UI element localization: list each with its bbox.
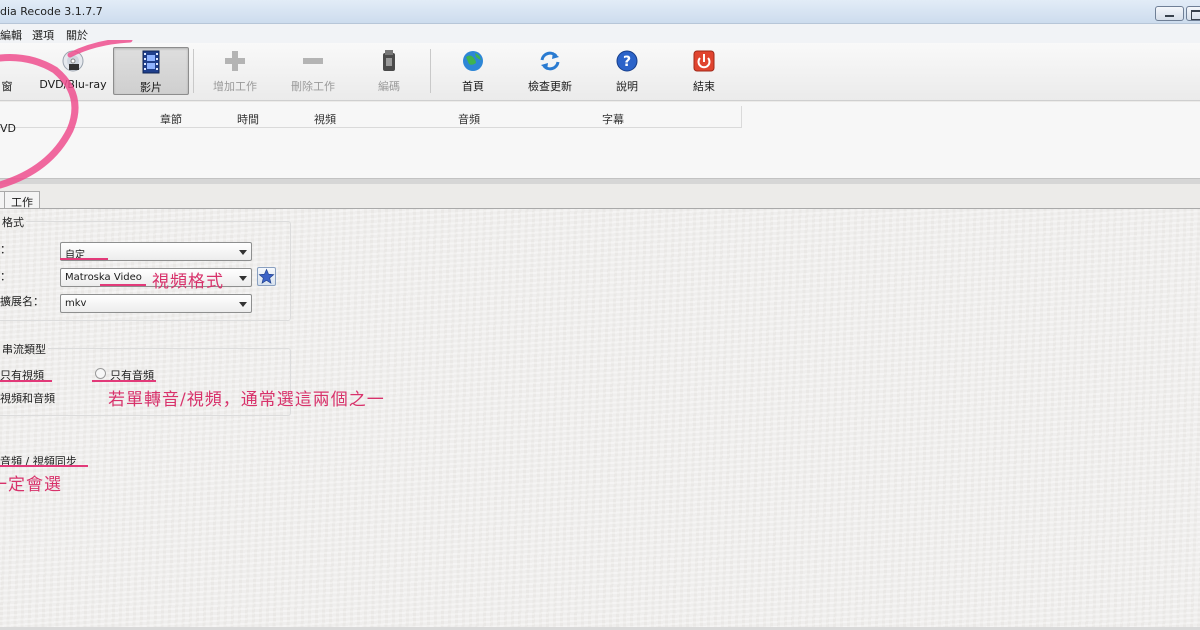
toolbar-help-button[interactable]: ? 說明 bbox=[604, 47, 650, 95]
profile-underline bbox=[60, 258, 108, 260]
column-header-subtitle[interactable]: 字幕 bbox=[602, 111, 624, 127]
toolbar-check-update-button[interactable]: 檢查更新 bbox=[522, 47, 578, 95]
minimize-button[interactable] bbox=[1155, 6, 1184, 21]
pink-arrow-annotation bbox=[0, 40, 133, 189]
chapter-list[interactable]: 章節 時間 視頻 音頻 字幕 VD bbox=[0, 102, 1200, 178]
audio-only-underline bbox=[92, 380, 156, 382]
menu-bar: 編輯 選項 關於 bbox=[0, 24, 1200, 43]
extension-dropdown[interactable]: mkv bbox=[60, 294, 252, 313]
star-icon bbox=[258, 268, 275, 284]
window-title: dia Recode 3.1.7.7 bbox=[0, 5, 103, 18]
extension-value: mkv bbox=[65, 298, 87, 309]
toolbar-label: 首頁 bbox=[462, 80, 484, 93]
maximize-button[interactable] bbox=[1186, 6, 1200, 21]
sync-underline bbox=[0, 465, 88, 467]
annotation-stream-choice: 若單轉音/視頻，通常選這兩個之一 bbox=[108, 390, 385, 410]
toolbar-label: 檢查更新 bbox=[528, 80, 572, 93]
toolbar: 窗 DVD/Blu-ray 影片 增加工作 刪除工作 編碼 首頁 檢查更新 ? … bbox=[0, 43, 1200, 101]
refresh-icon bbox=[540, 51, 560, 71]
format-underline bbox=[100, 284, 146, 286]
toolbar-separator bbox=[193, 49, 194, 93]
chevron-down-icon bbox=[239, 276, 247, 281]
toolbar-add-job-button[interactable]: 增加工作 bbox=[203, 47, 267, 95]
toolbar-exit-button[interactable]: 結束 bbox=[681, 47, 727, 95]
toolbar-label: 結束 bbox=[693, 80, 715, 93]
video-audio-radio[interactable]: 視頻和音頻 bbox=[0, 390, 55, 406]
profile-label: ： bbox=[0, 243, 11, 256]
toolbar-label: 說明 bbox=[616, 80, 638, 93]
video-only-underline bbox=[0, 380, 52, 382]
container-label: ： bbox=[0, 270, 11, 283]
power-icon bbox=[693, 50, 715, 72]
globe-icon bbox=[463, 51, 483, 71]
toolbar-label: 刪除工作 bbox=[291, 80, 335, 93]
svg-text:?: ? bbox=[623, 54, 631, 70]
column-header-time[interactable]: 時間 bbox=[237, 111, 259, 127]
chevron-down-icon bbox=[239, 302, 247, 307]
column-header-video[interactable]: 視頻 bbox=[314, 111, 336, 127]
annotation-always-select: 一定會選 bbox=[0, 475, 62, 495]
audio-only-radio-circle[interactable] bbox=[95, 368, 106, 379]
encode-icon bbox=[383, 50, 395, 71]
annotation-video-format: 視頻格式 bbox=[152, 272, 224, 292]
minus-icon bbox=[303, 58, 323, 64]
column-header-chapter[interactable]: 章節 bbox=[160, 111, 182, 127]
chevron-down-icon bbox=[239, 250, 247, 255]
stream-type-group-title: 串流類型 bbox=[0, 341, 48, 357]
tab-jobs[interactable]: 工作 bbox=[4, 191, 40, 209]
favorite-button[interactable] bbox=[257, 267, 276, 286]
extension-label: 擴展名： bbox=[0, 295, 44, 308]
container-format-value: Matroska Video bbox=[65, 272, 142, 283]
column-header-audio[interactable]: 音頻 bbox=[458, 111, 480, 127]
toolbar-label: 增加工作 bbox=[213, 80, 257, 93]
toolbar-label: 編碼 bbox=[378, 80, 400, 93]
help-icon: ? bbox=[616, 50, 638, 72]
toolbar-remove-job-button[interactable]: 刪除工作 bbox=[281, 47, 345, 95]
toolbar-home-button[interactable]: 首頁 bbox=[450, 47, 496, 95]
title-bar: dia Recode 3.1.7.7 bbox=[0, 0, 1200, 24]
toolbar-separator bbox=[430, 49, 431, 93]
format-group-title: 格式 bbox=[0, 214, 26, 230]
toolbar-encode-button[interactable]: 編碼 bbox=[366, 47, 412, 95]
splitter-handle[interactable] bbox=[0, 178, 1200, 184]
plus-icon bbox=[225, 51, 245, 71]
